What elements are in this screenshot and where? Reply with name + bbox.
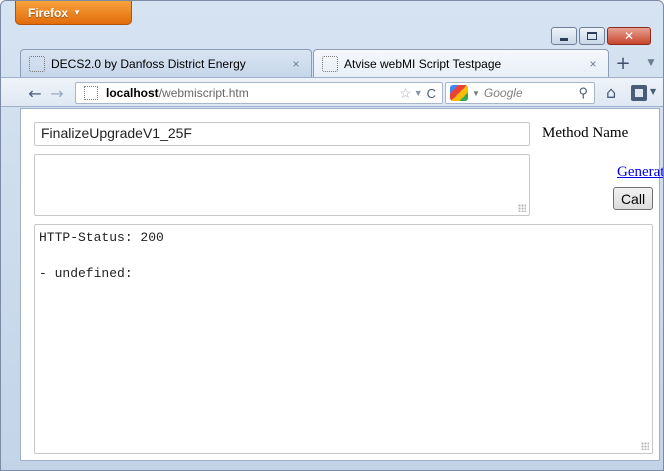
google-icon[interactable] <box>450 85 468 101</box>
history-dropdown-icon[interactable]: ▼ <box>414 88 423 98</box>
search-icon[interactable]: ⚲ <box>578 85 588 101</box>
resize-grip-icon[interactable] <box>518 204 526 212</box>
reload-icon[interactable]: C <box>427 86 436 101</box>
resize-grip-icon[interactable] <box>641 442 649 450</box>
minimize-icon <box>560 37 568 41</box>
tab-label: Atvise webMI Script Testpage <box>344 56 502 71</box>
tab-atvise-testpage[interactable]: Atvise webMI Script Testpage × <box>313 49 609 77</box>
generate-link[interactable]: Generate <box>617 164 663 181</box>
parameters-textarea[interactable] <box>34 154 530 216</box>
navigation-toolbar: ← → localhost /webmiscript.htm ☆ ▼ C ▼ G… <box>1 77 663 107</box>
result-line <box>39 247 648 265</box>
site-identity-icon[interactable] <box>84 86 98 100</box>
tab-strip: DECS2.0 by Danfoss District Energy × Atv… <box>1 49 663 77</box>
search-input[interactable]: Google <box>484 86 579 100</box>
maximize-icon <box>587 32 597 40</box>
method-name-label: Method Name <box>542 125 629 141</box>
engine-dropdown-icon[interactable]: ▼ <box>472 89 480 98</box>
browser-window: Firefox ▼ ✕ DECS2.0 by Danfoss District … <box>0 0 664 471</box>
search-bar[interactable]: ▼ Google ⚲ <box>445 82 595 104</box>
tab-close-button[interactable]: × <box>287 57 305 71</box>
home-icon[interactable]: ⌂ <box>606 83 616 102</box>
result-line: - undefined: <box>39 266 133 281</box>
tab-label: DECS2.0 by Danfoss District Energy <box>51 56 246 71</box>
firefox-menu-arrow-icon: ▼ <box>73 8 81 17</box>
favicon-placeholder-icon <box>29 55 45 72</box>
new-tab-button[interactable]: + <box>610 49 636 77</box>
call-button[interactable]: Call <box>613 187 653 210</box>
url-bar[interactable]: localhost /webmiscript.htm ☆ ▼ C <box>75 82 443 104</box>
tab-close-button[interactable]: × <box>584 57 602 71</box>
page-content: FinalizeUpgradeV1_25F Method Name Genera… <box>20 108 663 461</box>
minimize-button[interactable] <box>551 27 577 45</box>
favicon-placeholder-icon <box>322 55 338 72</box>
tab-list-chevron-icon[interactable]: ▼ <box>641 49 661 77</box>
maximize-button[interactable] <box>579 27 605 45</box>
result-textarea[interactable]: HTTP-Status: 200 - undefined: <box>34 224 653 454</box>
bookmark-star-icon[interactable]: ☆ <box>399 85 412 102</box>
method-name-input[interactable]: FinalizeUpgradeV1_25F <box>34 122 530 146</box>
bookmarks-icon[interactable] <box>631 85 647 101</box>
bookmarks-dropdown-icon[interactable]: ▼ <box>650 87 656 96</box>
result-line: HTTP-Status: 200 <box>39 230 164 245</box>
firefox-menu-button[interactable]: Firefox ▼ <box>15 1 132 25</box>
close-window-button[interactable]: ✕ <box>607 27 651 45</box>
back-arrow-icon[interactable]: ← <box>25 83 45 103</box>
tab-decs[interactable]: DECS2.0 by Danfoss District Energy × <box>20 49 312 77</box>
title-bar: Firefox ▼ ✕ <box>1 1 663 45</box>
url-path: /webmiscript.htm <box>158 86 249 100</box>
close-icon: ✕ <box>623 29 635 43</box>
forward-arrow-icon[interactable]: → <box>47 83 67 103</box>
firefox-menu-label: Firefox <box>28 5 69 20</box>
url-host: localhost <box>106 86 159 100</box>
